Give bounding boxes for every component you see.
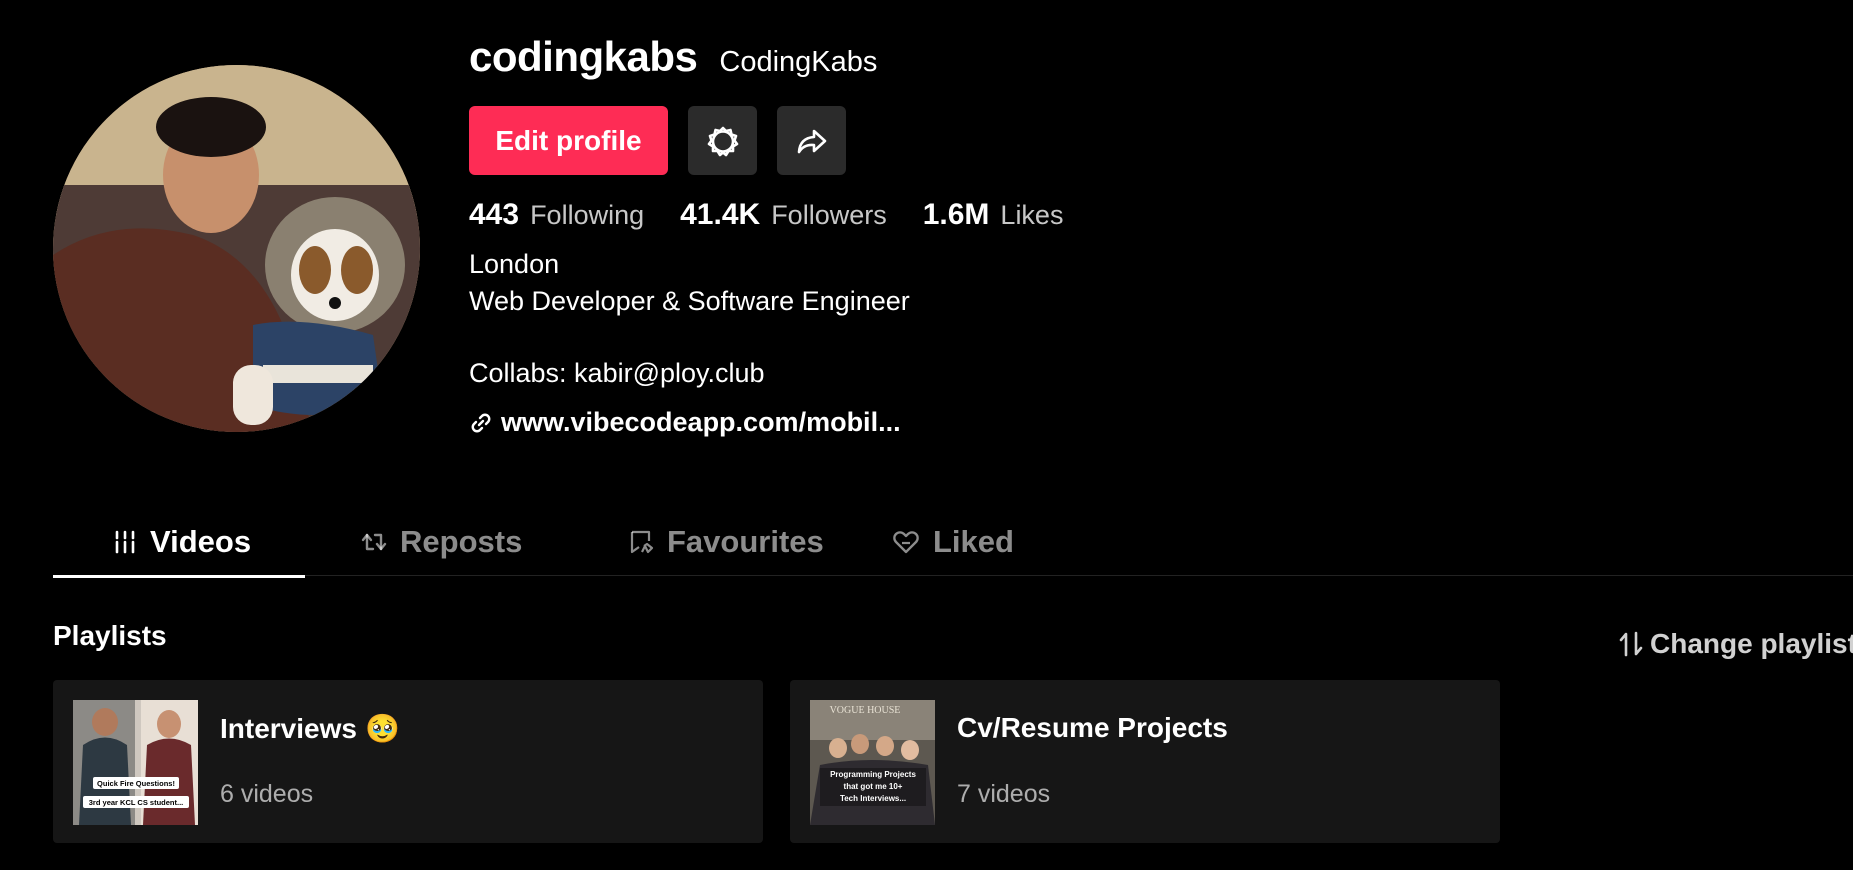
bio-link[interactable]: www.vibecodeapp.com/mobil... bbox=[469, 407, 1063, 438]
playlists-heading: Playlists bbox=[53, 620, 167, 651]
followers-stat[interactable]: 41.4K Followers bbox=[680, 198, 887, 232]
thumbnail-sign-text: VOGUE HOUSE bbox=[830, 705, 901, 716]
bio-link-text[interactable]: www.vibecodeapp.com/mobil... bbox=[501, 407, 901, 438]
bio-title: Web Developer & Software Engineer bbox=[469, 286, 910, 316]
playlist-title: Cv/Resume Projects bbox=[957, 712, 1228, 744]
playlist-video-count: 6 videos bbox=[220, 780, 314, 808]
tab-reposts[interactable]: Reposts bbox=[360, 508, 590, 576]
name-row: codingkabs CodingKabs bbox=[469, 33, 1063, 87]
playlist-card[interactable]: Quick Fire Questions! 3rd year KCL CS st… bbox=[53, 680, 763, 843]
thumbnail-caption-3: Tech Interviews... bbox=[840, 794, 906, 803]
playlist-emoji: 🥹 bbox=[364, 713, 400, 744]
likes-stat: 1.6M Likes bbox=[923, 198, 1064, 232]
playlist-video-count: 7 videos bbox=[957, 780, 1051, 808]
following-stat[interactable]: 443 Following bbox=[469, 198, 644, 232]
followers-label: Followers bbox=[771, 200, 887, 230]
share-arrow-icon bbox=[797, 129, 826, 153]
gear-icon bbox=[707, 126, 738, 156]
tab-favourites[interactable]: Favourites bbox=[627, 508, 927, 576]
likes-label: Likes bbox=[1000, 200, 1064, 230]
likes-count: 1.6M bbox=[922, 198, 990, 231]
change-playlist-button[interactable]: Change playlist bbox=[1618, 628, 1853, 660]
heart-icon bbox=[893, 531, 919, 554]
profile-tabs: Videos Reposts Favourites Liked bbox=[53, 508, 1853, 578]
thumbnail-caption-2: 3rd year KCL CS student... bbox=[89, 798, 183, 807]
edit-profile-button[interactable]: Edit profile bbox=[469, 106, 668, 175]
profile-header: codingkabs CodingKabs Edit profile 443 F… bbox=[469, 33, 1063, 438]
bio-location: London bbox=[469, 249, 560, 279]
playlist-title-text: Cv/Resume Projects bbox=[957, 712, 1228, 743]
action-buttons: Edit profile bbox=[469, 106, 1063, 175]
playlist-thumbnail: VOGUE HOUSE Programming Projects that go… bbox=[810, 700, 935, 825]
tab-videos-label: Videos bbox=[150, 524, 252, 559]
tab-videos[interactable]: Videos bbox=[53, 508, 305, 578]
playlist-title: Interviews 🥹 bbox=[220, 712, 400, 745]
bio-spacer bbox=[469, 320, 1063, 355]
tab-liked[interactable]: Liked bbox=[891, 508, 1014, 576]
profile-page: codingkabs CodingKabs Edit profile 443 F… bbox=[0, 0, 1853, 870]
playlist-title-text: Interviews bbox=[220, 712, 357, 744]
following-count: 443 bbox=[469, 198, 520, 231]
avatar-photo bbox=[53, 65, 420, 432]
following-label: Following bbox=[530, 200, 645, 230]
nickname: CodingKabs bbox=[719, 46, 878, 78]
change-playlist-label: Change playlist bbox=[1650, 628, 1853, 659]
username: codingkabs bbox=[469, 33, 698, 80]
profile-stats: 443 Following 41.4K Followers 1.6M Likes bbox=[469, 198, 1063, 232]
thumbnail-caption-1: Quick Fire Questions! bbox=[97, 779, 175, 788]
playlist-card[interactable]: VOGUE HOUSE Programming Projects that go… bbox=[790, 680, 1500, 843]
repost-icon bbox=[361, 533, 387, 551]
settings-button[interactable] bbox=[688, 106, 757, 175]
thumbnail-caption-2: that got me 10+ bbox=[844, 782, 903, 791]
avatar[interactable] bbox=[53, 65, 420, 432]
sort-arrows-icon bbox=[1619, 631, 1643, 657]
bio: London Web Developer & Software Engineer… bbox=[469, 246, 1063, 392]
tab-reposts-label: Reposts bbox=[400, 524, 523, 559]
thumbnail-caption-1: Programming Projects bbox=[830, 770, 916, 779]
link-icon bbox=[471, 413, 491, 432]
share-button[interactable] bbox=[777, 106, 846, 175]
tab-favourites-label: Favourites bbox=[667, 524, 824, 559]
grid-icon bbox=[115, 530, 135, 554]
bio-contact: Collabs: kabir@ploy.club bbox=[469, 358, 765, 388]
followers-count: 41.4K bbox=[680, 198, 761, 231]
playlist-thumbnail: Quick Fire Questions! 3rd year KCL CS st… bbox=[73, 700, 198, 825]
tab-liked-label: Liked bbox=[933, 524, 1014, 559]
bookmark-icon bbox=[630, 530, 654, 554]
